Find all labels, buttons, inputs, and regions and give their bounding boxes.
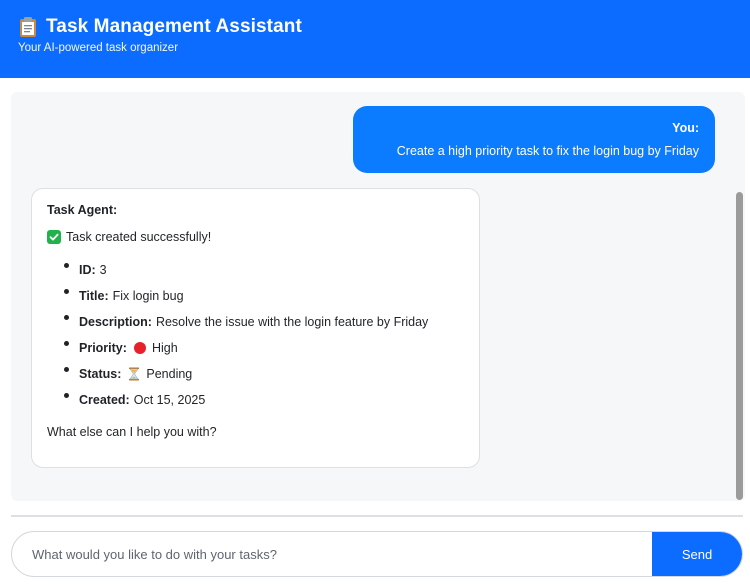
list-item: Priority: High — [64, 335, 464, 361]
agent-message-bubble: Task Agent: Task created successfully! I… — [31, 188, 480, 468]
list-item: ID: 3 — [64, 257, 464, 283]
detail-label: Title: — [79, 289, 109, 303]
task-created-status: Task created successfully! — [47, 230, 464, 244]
detail-label: Priority: — [79, 341, 127, 355]
status-text: Task created successfully! — [66, 230, 212, 244]
detail-value: Fix login bug — [112, 289, 184, 303]
user-sender-label: You: — [672, 121, 699, 135]
detail-value: 3 — [99, 263, 107, 277]
agent-closing-text: What else can I help you with? — [47, 425, 217, 439]
composer: Send — [11, 531, 743, 577]
clipboard-icon — [18, 16, 38, 38]
task-details-list: ID: 3 Title: Fix login bug Description: … — [47, 257, 464, 413]
app-header: Task Management Assistant Your AI-powere… — [0, 0, 750, 78]
detail-value: Resolve the issue with the login feature… — [155, 315, 429, 329]
list-item: Created: Oct 15, 2025 — [64, 387, 464, 413]
agent-sender-label: Task Agent: — [47, 203, 118, 217]
detail-value: Oct 15, 2025 — [133, 393, 206, 407]
user-message-text: Create a high priority task to fix the l… — [396, 144, 699, 158]
hourglass-icon — [128, 367, 140, 381]
detail-label: Description: — [79, 315, 152, 329]
detail-value: Pending — [146, 367, 193, 381]
task-input[interactable] — [12, 532, 652, 576]
page-subtitle: Your AI-powered task organizer — [18, 42, 179, 54]
chat-scrollbar[interactable] — [735, 94, 743, 500]
send-button[interactable]: Send — [652, 532, 742, 576]
detail-label: ID: — [79, 263, 96, 277]
red-dot-icon — [133, 342, 146, 354]
check-icon — [47, 230, 61, 244]
list-item: Status: Pending — [64, 361, 464, 387]
list-item: Description: Resolve the issue with the … — [64, 309, 464, 335]
user-message-bubble: You: Create a high priority task to fix … — [353, 106, 715, 173]
detail-value: High — [151, 341, 178, 355]
header-title-row: Task Management Assistant — [18, 16, 732, 38]
detail-label: Status: — [79, 367, 122, 381]
page-title: Task Management Assistant — [46, 16, 302, 37]
scrollbar-thumb[interactable] — [736, 192, 743, 500]
detail-label: Created: — [79, 393, 130, 407]
chat-messages-area[interactable]: You: Create a high priority task to fix … — [11, 92, 745, 501]
composer-divider — [11, 515, 743, 517]
list-item: Title: Fix login bug — [64, 283, 464, 309]
